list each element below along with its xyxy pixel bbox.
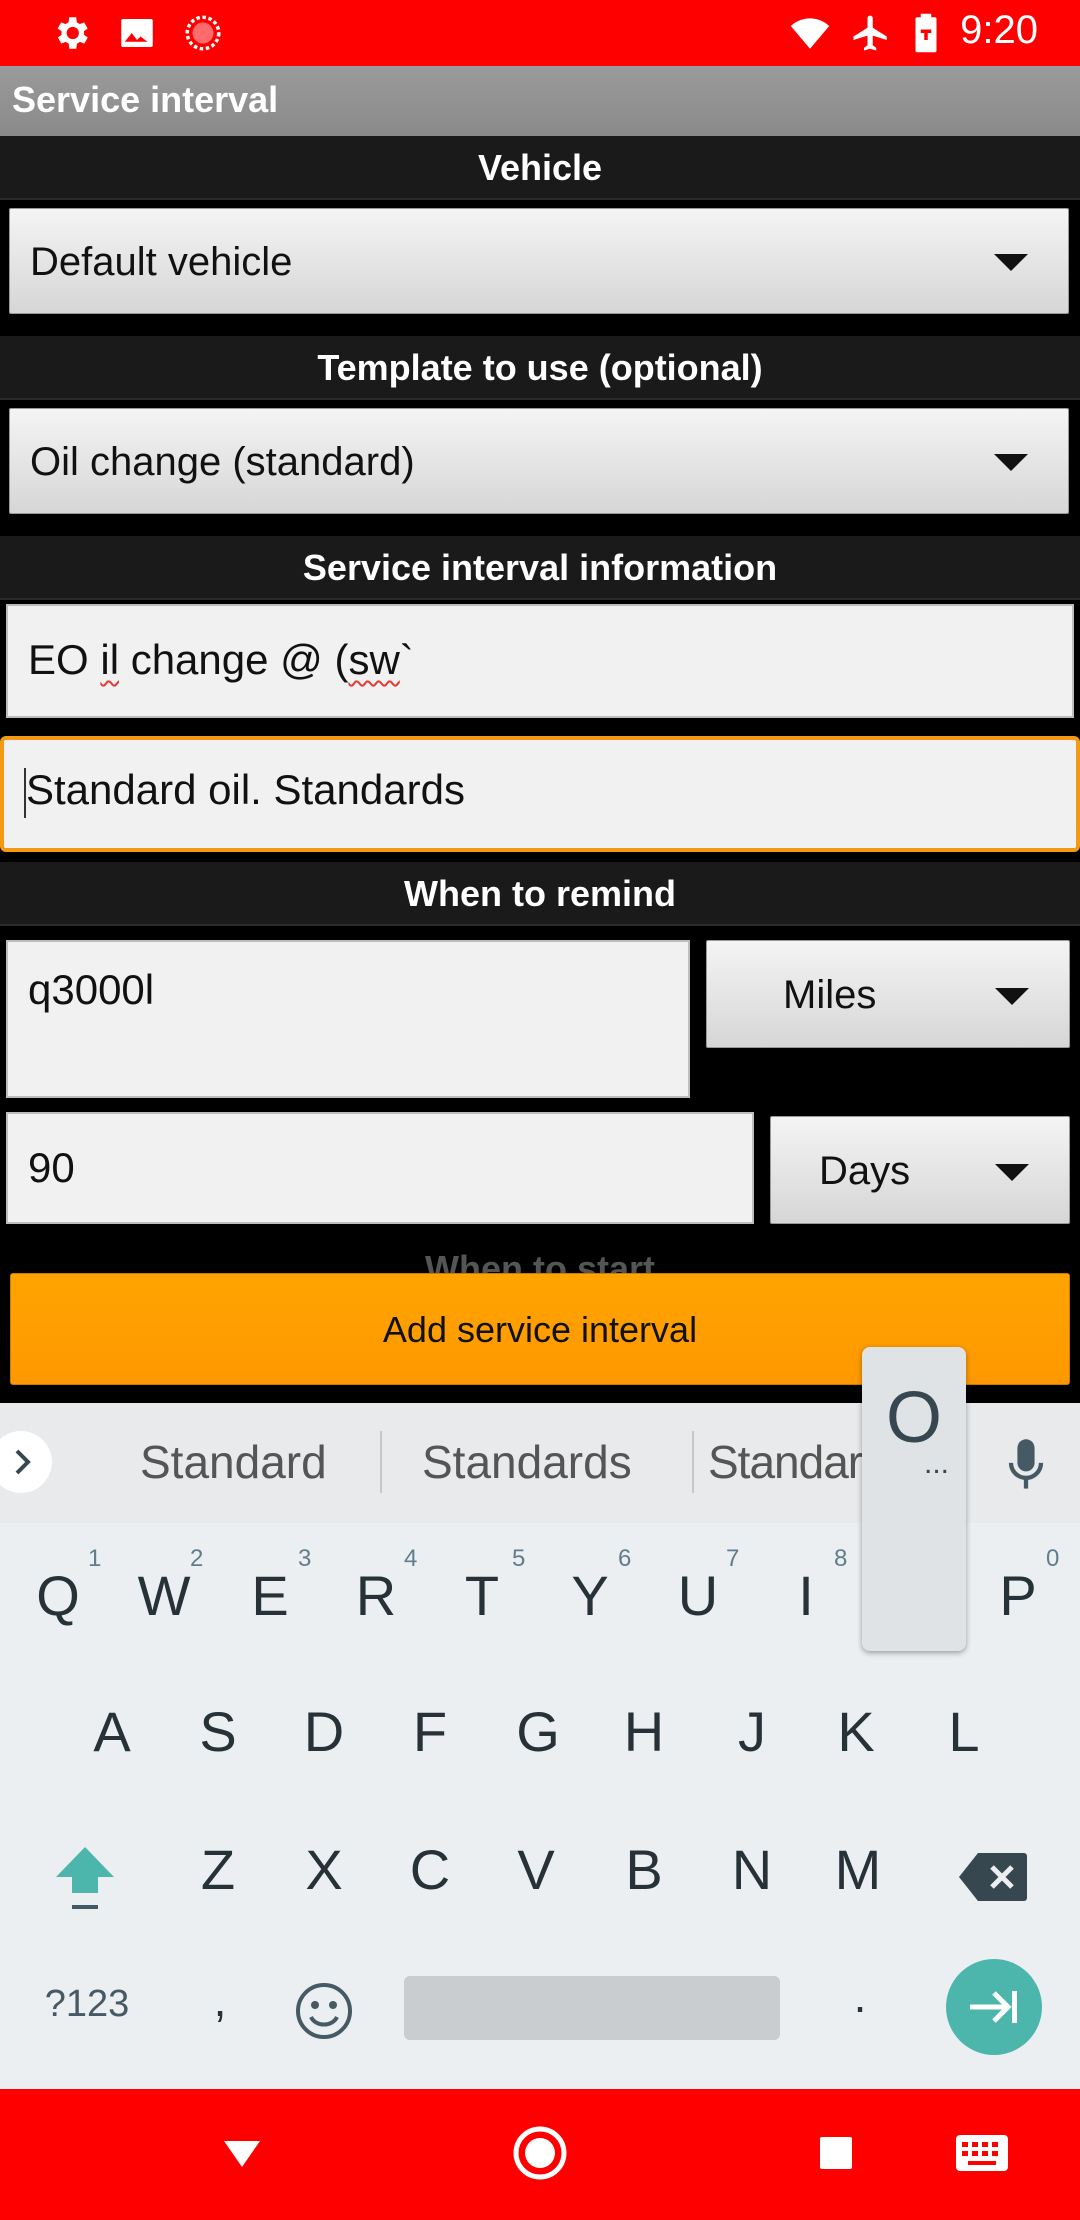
- key-n[interactable]: N: [712, 1837, 792, 1902]
- microphone-icon[interactable]: [1000, 1435, 1052, 1495]
- key-g[interactable]: G: [498, 1699, 578, 1764]
- space-key[interactable]: [404, 1976, 780, 2040]
- key-period[interactable]: .: [820, 1969, 900, 2023]
- keyboard-switch-icon[interactable]: [954, 2133, 1010, 2173]
- airplane-mode-icon: [853, 15, 887, 51]
- distance-unit-value: Miles: [783, 973, 877, 1017]
- record-icon: [185, 15, 221, 51]
- key-b[interactable]: B: [604, 1837, 684, 1902]
- suggestion-item[interactable]: Standarc: [708, 1435, 868, 1489]
- key-c[interactable]: C: [390, 1837, 470, 1902]
- section-header-vehicle: Vehicle: [0, 136, 1080, 200]
- suggestion-divider: [380, 1431, 382, 1493]
- key-hint: 7: [726, 1545, 740, 1572]
- wifi-icon: [790, 18, 830, 49]
- key-s[interactable]: S: [178, 1699, 258, 1764]
- chevron-down-icon: [994, 254, 1028, 271]
- key-v[interactable]: V: [496, 1837, 576, 1902]
- emoji-icon[interactable]: [294, 1981, 354, 2041]
- key-z[interactable]: Z: [178, 1837, 258, 1902]
- key-t[interactable]: T: [442, 1563, 522, 1628]
- chevron-down-icon: [994, 454, 1028, 471]
- recents-icon[interactable]: [818, 2135, 854, 2171]
- section-header-template: Template to use (optional): [0, 336, 1080, 400]
- interval-description-value: Standard oil. Standards: [24, 766, 465, 818]
- suggestion-item[interactable]: Standards: [422, 1435, 632, 1489]
- key-preview-letter: O: [885, 1378, 942, 1458]
- key-j[interactable]: J: [712, 1699, 792, 1764]
- template-spinner-value: Oil change (standard): [30, 440, 415, 484]
- template-spinner[interactable]: Oil change (standard): [9, 408, 1069, 514]
- key-f[interactable]: F: [390, 1699, 470, 1764]
- next-field-button[interactable]: [946, 1959, 1042, 2055]
- vehicle-spinner-value: Default vehicle: [30, 240, 293, 284]
- key-q[interactable]: Q: [18, 1563, 98, 1628]
- remind-distance-value: q3000l: [28, 966, 155, 1013]
- clock: 9:20: [960, 8, 1038, 52]
- key-hint: 8: [834, 1545, 848, 1572]
- battery-charging-icon: [915, 13, 937, 53]
- chevron-down-icon: [995, 1164, 1029, 1181]
- more-keys-indicator: ...: [924, 1447, 950, 1480]
- suggestion-divider: [692, 1431, 694, 1493]
- status-bar: 9:20: [0, 0, 1080, 66]
- key-hint: 5: [512, 1545, 526, 1572]
- interval-name-field[interactable]: EO il change @ (sw`: [6, 604, 1074, 718]
- key-hint: 2: [190, 1545, 204, 1572]
- key-hint: 4: [404, 1545, 418, 1572]
- suggestion-item[interactable]: Standard: [140, 1435, 327, 1489]
- shift-icon[interactable]: [52, 1843, 118, 1915]
- remind-distance-field[interactable]: q3000l: [6, 940, 690, 1098]
- settings-icon: [57, 17, 88, 49]
- action-bar: Service interval: [0, 66, 1080, 136]
- key-hint: 3: [298, 1545, 312, 1572]
- key-a[interactable]: A: [72, 1699, 152, 1764]
- distance-unit-spinner[interactable]: Miles: [706, 940, 1070, 1048]
- navigation-bar: [0, 2089, 1080, 2220]
- remind-time-value: 90: [28, 1144, 75, 1191]
- backspace-icon[interactable]: [958, 1851, 1028, 1903]
- key-hint: 0: [1046, 1545, 1060, 1572]
- chevron-down-icon: [995, 988, 1029, 1005]
- key-h[interactable]: H: [604, 1699, 684, 1764]
- key-preview-popup: O ...: [862, 1347, 966, 1651]
- key-l[interactable]: L: [924, 1699, 1004, 1764]
- key-k[interactable]: K: [816, 1699, 896, 1764]
- back-down-icon[interactable]: [220, 2131, 264, 2175]
- interval-description-field[interactable]: Standard oil. Standards: [0, 736, 1080, 852]
- home-icon[interactable]: [512, 2125, 568, 2181]
- interval-name-value: EO il change @ (sw`: [28, 636, 414, 683]
- remind-time-field[interactable]: 90: [6, 1112, 754, 1224]
- section-header-info: Service interval information: [0, 536, 1080, 600]
- chevron-right-icon: [15, 1449, 31, 1475]
- expand-suggestions-button[interactable]: [0, 1431, 52, 1493]
- vehicle-spinner[interactable]: Default vehicle: [9, 208, 1069, 314]
- key-hint: 6: [618, 1545, 632, 1572]
- image-icon: [121, 19, 153, 47]
- key-x[interactable]: X: [284, 1837, 364, 1902]
- page-title: Service interval: [12, 79, 279, 120]
- time-unit-spinner[interactable]: Days: [770, 1116, 1070, 1224]
- key-comma[interactable]: ,: [180, 1973, 260, 2027]
- section-header-remind: When to remind: [0, 862, 1080, 926]
- tab-next-icon: [970, 1991, 1017, 2023]
- key-d[interactable]: D: [284, 1699, 364, 1764]
- key-hint: 1: [88, 1545, 102, 1572]
- time-unit-value: Days: [819, 1149, 911, 1193]
- symbols-key[interactable]: ?123: [32, 1983, 142, 2026]
- key-m[interactable]: M: [818, 1837, 898, 1902]
